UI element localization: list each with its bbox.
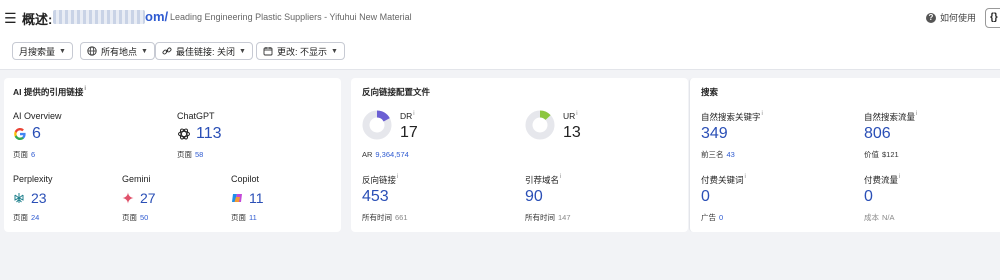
link-icon [162,47,172,55]
perplexity-pages: 页面 24 [13,213,40,222]
help-label: 如何使用 [940,13,977,23]
perplexity-icon [14,193,24,203]
copilot-pages: 页面 11 [231,213,257,222]
domain-suffix[interactable]: om/ [145,9,168,24]
organic-keywords-top3: 前三名 43 [701,150,735,159]
location-filter-dropdown[interactable]: 所有地点 ▼ [80,42,155,60]
perplexity-label: Perplexity [13,174,53,184]
chevron-down-icon: ▼ [331,47,338,55]
copilot-icon [232,194,242,202]
chevron-down-icon: ▼ [141,47,148,55]
ai-citations-card: AI 提供的引用链接i AI Overview 6 页面 6 ChatGPT 11… [4,78,341,232]
ref-domains-all-time: 所有时间 147 [525,213,571,222]
ai-overview-value[interactable]: 6 [32,125,41,143]
organic-traffic-value-cost: 价值 $121 [864,150,899,159]
gemini-pages: 页面 50 [122,213,149,222]
chevron-down-icon: ▼ [239,47,246,55]
info-icon[interactable]: i [560,174,561,180]
api-code-button[interactable]: {} [985,8,1000,28]
ref-domains-label: 引荐域名i [525,174,562,185]
paid-traffic-cost: 成本 N/A [864,213,895,222]
openai-icon [178,128,190,140]
gemini-value[interactable]: 27 [140,190,156,206]
paid-keywords-label: 付费关键词i [701,174,746,185]
help-link[interactable]: ? 如何使用 [926,11,976,24]
question-icon: ? [926,12,936,23]
perplexity-value[interactable]: 23 [31,190,47,206]
copilot-value[interactable]: 11 [249,190,264,206]
organic-traffic-value[interactable]: 806 [864,125,891,143]
info-icon[interactable]: i [413,111,414,117]
organic-keywords-value[interactable]: 349 [701,125,728,143]
ar-rank: AR 9,364,574 [362,150,409,159]
ur-gauge-icon [525,110,555,140]
best-links-filter-label: 最佳链接: 关闭 [176,46,236,57]
page-title: 概述: [22,12,53,27]
chatgpt-pages: 页面 58 [177,150,204,159]
changes-filter-label: 更改: 不显示 [277,46,328,57]
best-links-filter-dropdown[interactable]: 最佳链接: 关闭 ▼ [155,42,253,60]
calendar-icon [263,47,273,56]
chatgpt-value[interactable]: 113 [196,125,222,143]
gemini-label: Gemini [122,174,151,184]
organic-keywords-label: 自然搜索关键字i [701,111,763,122]
info-icon[interactable]: i [762,111,763,117]
dr-label: DRi [400,111,415,121]
backlinks-value[interactable]: 453 [362,188,389,206]
chevron-down-icon: ▼ [59,47,66,55]
menu-icon[interactable]: ☰ [4,10,17,27]
volume-filter-dropdown[interactable]: 月搜索量 ▼ [12,42,73,60]
gemini-icon [122,192,134,204]
ur-value: 13 [563,124,581,141]
info-icon[interactable]: i [576,111,577,117]
info-icon[interactable]: i [84,86,86,92]
paid-traffic-label: 付费流量i [864,174,901,185]
backlinks-all-time: 所有时间 661 [362,213,408,222]
copilot-label: Copilot [231,174,260,184]
ref-domains-value[interactable]: 90 [525,188,543,206]
ai-card-title: AI 提供的引用链接i [13,86,87,97]
info-icon[interactable]: i [745,174,746,180]
volume-filter-label: 月搜索量 [19,46,56,57]
organic-traffic-label: 自然搜索流量i [864,111,918,122]
ai-overview-pages: 页面 6 [13,150,36,159]
changes-filter-dropdown[interactable]: 更改: 不显示 ▼ [256,42,345,60]
backlink-profile-card: 反向链接配置文件 DRi 17 AR 9,364,574 URi 13 反向链接i… [351,78,688,232]
paid-traffic-value[interactable]: 0 [864,188,873,206]
ur-label: URi [563,111,578,121]
dr-value: 17 [400,124,418,141]
backlinks-label: 反向链接i [362,174,399,185]
info-icon[interactable]: i [916,111,917,117]
dr-gauge-icon [362,110,392,140]
ai-overview-label: AI Overview [13,111,62,121]
backlink-card-title: 反向链接配置文件 [362,87,431,97]
paid-keywords-value[interactable]: 0 [701,188,710,206]
top-bar: ☰ 概述: om/ Leading Engineering Plastic Su… [0,0,1000,36]
domain-redacted [53,10,145,24]
search-card: 搜索 自然搜索关键字i 349 前三名 43 自然搜索流量i 806 价值 $121… [689,78,1000,232]
google-icon [14,128,26,140]
globe-icon [87,46,97,56]
info-icon[interactable]: i [899,174,900,180]
info-icon[interactable]: i [397,174,398,180]
page-subtitle: Leading Engineering Plastic Suppliers - … [170,12,412,22]
location-filter-label: 所有地点 [101,46,138,57]
chatgpt-label: ChatGPT [177,111,215,121]
paid-keywords-ads: 广告 0 [701,213,724,222]
search-card-title: 搜索 [701,87,719,97]
